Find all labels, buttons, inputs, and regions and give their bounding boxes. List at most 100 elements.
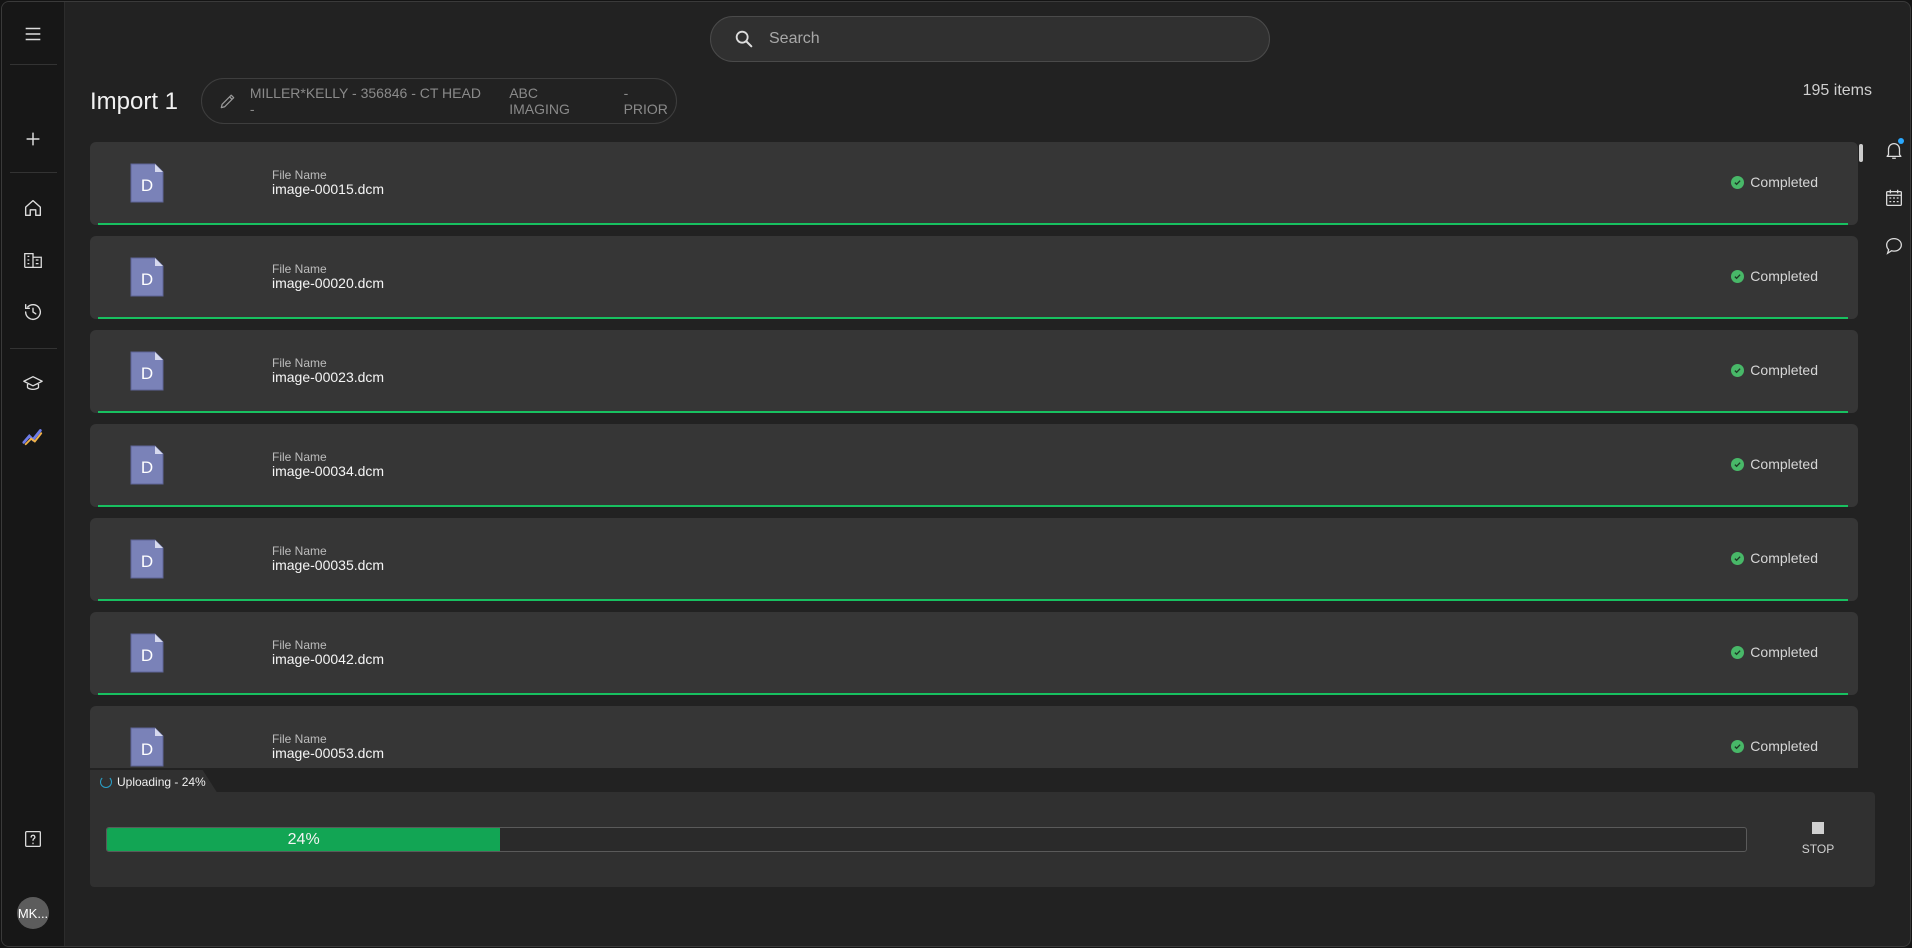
stop-icon [1812,822,1824,834]
status-badge: Completed [1731,550,1818,566]
dicom-file-icon: D [130,257,164,297]
main-content: Import 1 MILLER*KELLY - 356846 - CT HEAD… [66,2,1910,946]
check-circle-icon [1731,363,1745,377]
file-list: D File Name image-00015.dcm Completed D File … [90,142,1858,768]
file-name-label: File Name [272,450,327,464]
search-bar[interactable] [710,16,1270,62]
sidebar-divider [10,348,57,349]
sidebar: MK... [2,2,65,946]
help-icon[interactable] [12,818,54,860]
file-name-value: image-00042.dcm [272,651,385,667]
status-text: Completed [1750,362,1818,378]
check-circle-icon [1731,457,1745,471]
study-type: - PRIOR [623,85,668,117]
file-row[interactable]: D File Name image-00020.dcm Completed [90,236,1858,319]
status-text: Completed [1750,174,1818,190]
study-patient: MILLER*KELLY - 356846 - CT HEAD - [249,85,481,117]
file-name-value: image-00015.dcm [272,181,385,197]
loading-spinner-icon [100,776,112,788]
study-chip[interactable]: MILLER*KELLY - 356846 - CT HEAD - ABC IM… [201,78,677,124]
analytics-icon[interactable] [12,415,54,457]
edit-icon[interactable] [218,91,238,111]
status-text: Completed [1750,456,1818,472]
file-row[interactable]: D File Name image-00035.dcm Completed [90,518,1858,601]
upload-status-tab[interactable]: Uploading - 24% [90,770,218,794]
status-text: Completed [1750,738,1818,754]
file-row[interactable]: D File Name image-00042.dcm Completed [90,612,1858,695]
upload-status-label: Uploading - 24% [117,775,206,789]
completion-line [98,505,1848,507]
file-name-label: File Name [272,732,327,746]
file-name-label: File Name [272,168,327,182]
check-circle-icon [1731,175,1745,189]
completion-line [98,317,1848,319]
svg-text:D: D [141,176,153,195]
status-badge: Completed [1731,268,1818,284]
status-badge: Completed [1731,738,1818,754]
file-name-label: File Name [272,544,327,558]
sidebar-divider [10,64,57,65]
upload-panel: 24% STOP [90,792,1875,887]
status-text: Completed [1750,644,1818,660]
stop-button[interactable]: STOP [1783,814,1853,864]
search-icon [735,30,753,48]
page-title: Import 1 [90,88,179,115]
status-badge: Completed [1731,362,1818,378]
file-row[interactable]: D File Name image-00015.dcm Completed [90,142,1858,225]
check-circle-icon [1731,269,1745,283]
dicom-file-icon: D [130,445,164,485]
status-badge: Completed [1731,644,1818,660]
menu-icon[interactable] [12,13,54,55]
chat-icon[interactable] [1876,228,1910,264]
completion-line [98,693,1848,695]
app-window: MK... Import 1 MILLER*KELLY - 356846 - C… [1,1,1911,947]
file-name-label: File Name [272,262,327,276]
file-name-value: image-00023.dcm [272,369,385,385]
notification-dot [1898,138,1904,144]
file-name-label: File Name [272,638,327,652]
avatar[interactable]: MK... [17,897,49,929]
dicom-file-icon: D [130,633,164,673]
status-badge: Completed [1731,456,1818,472]
svg-text:D: D [141,364,153,383]
svg-text:D: D [141,552,153,571]
dicom-file-icon: D [130,727,164,767]
item-count: 195 items [1802,82,1872,99]
dicom-file-icon: D [130,163,164,203]
organization-icon[interactable] [12,239,54,281]
file-row[interactable]: D File Name image-00023.dcm Completed [90,330,1858,413]
upload-progress-bar: 24% [106,827,1747,852]
study-facility: ABC IMAGING [509,85,570,117]
status-text: Completed [1750,268,1818,284]
svg-text:D: D [141,458,153,477]
check-circle-icon [1731,551,1745,565]
notifications-icon[interactable] [1876,132,1910,168]
dicom-file-icon: D [130,351,164,391]
file-row[interactable]: D File Name image-00053.dcm Completed [90,706,1858,768]
file-name-value: image-00034.dcm [272,463,385,479]
file-name-value: image-00053.dcm [272,745,385,761]
calendar-icon[interactable] [1876,180,1910,216]
svg-text:D: D [141,646,153,665]
education-icon[interactable] [12,363,54,405]
history-icon[interactable] [12,291,54,333]
file-name-label: File Name [272,356,327,370]
home-icon[interactable] [12,187,54,229]
sidebar-divider [10,172,57,173]
file-name-value: image-00035.dcm [272,557,385,573]
add-icon[interactable] [12,118,54,160]
file-row[interactable]: D File Name image-00034.dcm Completed [90,424,1858,507]
stop-label: STOP [1801,842,1835,856]
check-circle-icon [1731,645,1745,659]
status-text: Completed [1750,550,1818,566]
scrollbar[interactable] [1859,144,1863,162]
completion-line [98,599,1848,601]
completion-line [98,411,1848,413]
file-name-value: image-00020.dcm [272,275,385,291]
check-circle-icon [1731,739,1745,753]
svg-text:D: D [141,270,153,289]
search-input[interactable] [769,30,1209,48]
upload-progress-label: 24% [287,830,320,848]
upload-progress-fill: 24% [107,828,501,851]
svg-text:D: D [141,740,153,759]
